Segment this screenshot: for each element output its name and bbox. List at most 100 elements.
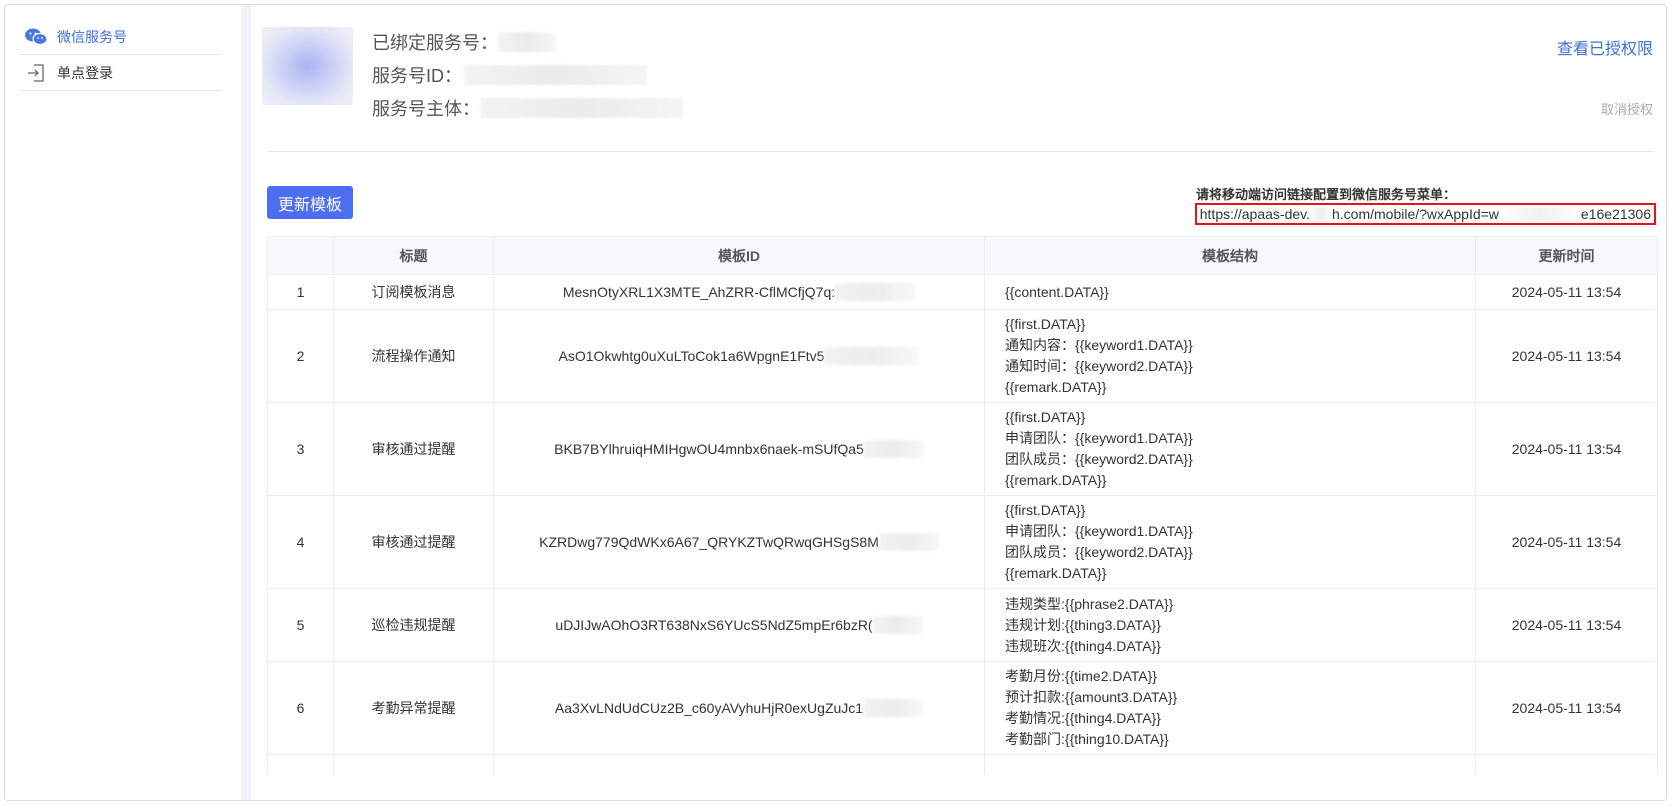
row-structure: {{first.DATA}} 申请团队：{{keyword1.DATA}} 团队… [985,403,1476,495]
structure-line: 申请团队：{{keyword1.DATA}} [1005,430,1193,446]
row-index: 2 [268,310,334,402]
structure-line: 考勤情况:{{thing4.DATA}} [1005,710,1161,726]
sidebar-item-label: 单点登录 [57,64,113,81]
structure-line: 违规类型:{{phrase2.DATA}} [1005,595,1174,612]
row-title: 审核通过提醒 [334,403,494,495]
table-row[interactable]: 5 巡检违规提醒 uDJIJwAOhO3RT638NxS6YUcS5NdZ5mp… [268,589,1657,662]
account-id-row: 服务号ID： [372,62,647,88]
url-text-part1: https://apaas-dev. [1199,206,1310,222]
main-content: 已绑定服务号： 服务号ID： 服务号主体： 查看已授权限 取消授权 更新模板 请… [251,5,1666,800]
redacted-value [878,533,939,551]
row-template-id: BKB7BYlhruiqHMIHgwOU4mnbx6naek-mSUfQa5 [494,403,985,495]
structure-line: 考勤部门:{{thing10.DATA}} [1005,731,1169,747]
redacted-value [498,32,556,52]
redacted-value [872,616,923,634]
row-updated-time: 2024-05-11 13:54 [1511,348,1622,364]
divider [268,151,1653,152]
row-title: 审核通过提醒 [334,496,494,588]
structure-line: 违规班次:{{thing4.DATA}} [1005,637,1161,654]
redacted-value [824,347,920,365]
structure-line: 团队成员：{{keyword2.DATA}} [1005,451,1193,467]
row-template-id: uDJIJwAOhO3RT638NxS6YUcS5NdZ5mpEr6bzR( [494,589,985,661]
structure-line: {{first.DATA}} [1005,409,1086,425]
structure-line: 团队成员：{{keyword2.DATA}} [1005,544,1193,560]
structure-line: 申请团队：{{keyword1.DATA}} [1005,523,1193,539]
bound-account-row: 已绑定服务号： [372,29,556,55]
row-structure: {{first.DATA}} 申请团队：{{keyword1.DATA}} 团队… [985,496,1476,588]
row-structure: {{first.DATA}} 通知内容：{{keyword1.DATA}} 通知… [985,310,1476,402]
row-title: 考勤异常提醒 [334,662,494,754]
structure-line: {{remark.DATA}} [1005,472,1107,488]
template-id-text: Aa3XvLNdUdCUz2B_c60yAVyhuHjR0exUgZuJc1 [554,700,864,716]
row-index: 3 [268,403,334,495]
redacted-value [464,65,647,85]
account-owner-label: 服务号主体： [372,99,480,119]
row-index: 5 [268,589,334,661]
row-updated-time: 2024-05-11 13:54 [1511,441,1622,457]
template-table: 标题 模板ID 模板结构 更新时间 1 订阅模板消息 MesnOtyXRL1X3… [267,236,1658,775]
row-updated-time: 2024-05-11 13:54 [1511,284,1622,300]
app-frame: 微信服务号 单点登录 已绑定服务号： 服务号ID： 服务号主体： 查看已授权限 … [4,4,1667,801]
row-title: 订阅模板消息 [334,275,494,309]
login-icon [23,62,49,84]
redacted-value [480,98,683,118]
template-id-text: AsO1Okwhtg0uXuLToCok1a6WpgnE1Ftv5 [558,348,825,364]
row-template-id: MesnOtyXRL1X3MTE_AhZRR-CflMCfjQ7q: [494,275,985,309]
table-row[interactable]: 4 审核通过提醒 KZRDwg779QdWKx6A67_QRYKZTwQRwqG… [268,496,1657,589]
redacted-value [1310,208,1332,220]
url-text-part3: e16e21306 [1580,206,1651,222]
structure-line: 考勤月份:{{time2.DATA}} [1005,668,1157,684]
update-template-button[interactable]: 更新模板 [267,186,353,219]
view-permissions-link[interactable]: 查看已授权限 [1557,35,1653,59]
structure-line: 违规计划:{{thing3.DATA}} [1005,616,1161,633]
structure-line: 预计扣款:{{amount3.DATA}} [1005,689,1178,705]
row-index: 1 [268,275,334,309]
table-row[interactable]: 6 考勤异常提醒 Aa3XvLNdUdCUz2B_c60yAVyhuHjR0ex… [268,662,1657,755]
menu-config-hint: 请将移动端访问链接配置到微信服务号菜单： [1195,187,1456,202]
table-row-partial [268,755,1657,775]
structure-line: {{content.DATA}} [1005,283,1109,300]
structure-line: {{first.DATA}} [1005,316,1086,332]
sidebar-item-wechat[interactable]: 微信服务号 [19,19,222,55]
header-template-id: 模板ID [494,237,985,274]
account-id-label: 服务号ID： [372,66,462,86]
table-row[interactable]: 2 流程操作通知 AsO1Okwhtg0uXuLToCok1a6WpgnE1Ft… [268,310,1657,403]
header-updated-time: 更新时间 [1538,247,1595,264]
sidebar-item-label: 微信服务号 [57,28,127,45]
row-title: 巡检违规提醒 [334,589,494,661]
structure-line: {{remark.DATA}} [1005,565,1107,581]
mobile-access-url[interactable]: https://apaas-dev. h.com/mobile/?wxAppId… [1194,203,1656,225]
row-template-id: KZRDwg779QdWKx6A67_QRYKZTwQRwqGHSgS8M [494,496,985,588]
table-header-row: 标题 模板ID 模板结构 更新时间 [268,236,1657,275]
structure-line: 通知时间：{{keyword2.DATA}} [1005,358,1193,374]
structure-line: {{remark.DATA}} [1005,379,1107,395]
url-text-part2: h.com/mobile/?wxAppId=w [1332,206,1499,222]
table-row[interactable]: 1 订阅模板消息 MesnOtyXRL1X3MTE_AhZRR-CflMCfjQ… [268,275,1657,310]
redacted-value [863,699,924,717]
sidebar-item-sso[interactable]: 单点登录 [19,55,222,91]
redacted-value [863,440,924,458]
template-id-text: uDJIJwAOhO3RT638NxS6YUcS5NdZ5mpEr6bzR( [555,617,873,633]
header-title: 标题 [334,237,494,274]
layout-gutter [241,5,251,800]
sidebar: 微信服务号 单点登录 [5,5,241,800]
template-id-text: MesnOtyXRL1X3MTE_AhZRR-CflMCfjQ7q: [562,284,836,300]
row-template-id: AsO1Okwhtg0uXuLToCok1a6WpgnE1Ftv5 [494,310,985,402]
template-id-text: KZRDwg779QdWKx6A67_QRYKZTwQRwqGHSgS8M [539,534,879,550]
row-updated-time: 2024-05-11 13:54 [1511,534,1622,550]
row-title: 流程操作通知 [334,310,494,402]
account-avatar [262,27,353,105]
redacted-value [835,283,916,301]
structure-line: {{first.DATA}} [1005,502,1086,518]
row-updated-time: 2024-05-11 13:54 [1511,617,1622,633]
row-structure: 违规类型:{{phrase2.DATA}} 违规计划:{{thing3.DATA… [985,589,1476,661]
wechat-icon [23,26,49,48]
revoke-authorization-link[interactable]: 取消授权 [1601,99,1653,118]
table-row[interactable]: 3 审核通过提醒 BKB7BYlhruiqHMIHgwOU4mnbx6naek-… [268,403,1657,496]
template-id-text: BKB7BYlhruiqHMIHgwOU4mnbx6naek-mSUfQa5 [554,441,864,457]
header-index [268,237,334,274]
row-index: 4 [268,496,334,588]
row-index: 6 [268,662,334,754]
row-template-id: Aa3XvLNdUdCUz2B_c60yAVyhuHjR0exUgZuJc1 [494,662,985,754]
redacted-value [1498,208,1581,220]
